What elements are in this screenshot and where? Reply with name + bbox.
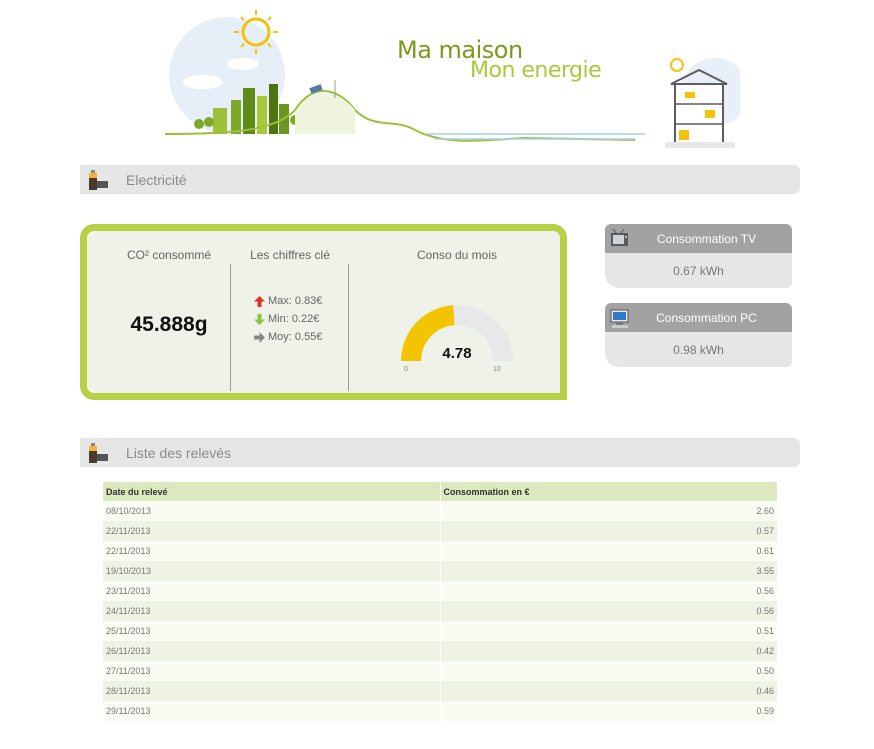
column-divider [230,264,231,391]
table-row: 24/11/2013 0.56 [103,601,777,621]
cell-consumption: 0.56 [439,581,777,601]
cell-consumption: 0.46 [439,681,777,701]
brand-subtitle: Mon energie [470,58,602,83]
widget-tv-title: Consommation TV [656,232,757,246]
cell-date: 23/11/2013 [103,581,440,601]
cell-consumption: 0.51 [439,621,777,641]
battery-icon [89,443,108,463]
table-row: 27/11/2013 0.50 [103,661,777,681]
stats-card: CO² consommé 45.888g Les chiffres clé Ma… [80,224,567,400]
cell-date: 27/11/2013 [103,661,440,681]
cell-consumption: 0.61 [439,541,777,561]
section-electricity: Electricité [80,165,800,194]
widget-tv: Consommation TV 0.67 kWh [605,224,792,288]
co2-title: CO² consommé [126,248,212,262]
table-row: 26/11/2013 0.42 [103,641,777,661]
stat-avg: Moy: 0.55€ [254,331,322,343]
month-consumption-title: Conso du mois [416,248,498,262]
cell-date: 29/11/2013 [103,701,440,721]
table-row: 28/11/2013 0.46 [103,681,777,701]
gauge-min-label: 0 [404,366,408,373]
cell-date: 22/11/2013 [103,541,440,561]
cell-date: 08/10/2013 [103,501,440,521]
column-divider [348,264,349,391]
gauge-max-label: 10 [493,366,501,373]
arrow-right-icon [254,331,265,343]
table-header-row: Date du relevé Consommation en € [103,482,777,501]
cell-consumption: 0.42 [439,641,777,661]
stat-avg-label: Moy: 0.55€ [268,331,323,343]
stat-max: Max: 0.83€ [254,295,322,307]
widget-tv-header: Consommation TV [605,224,792,253]
stat-max-label: Max: 0.83€ [268,295,323,307]
widget-tv-value: 0.67 kWh [605,253,792,288]
cell-date: 19/10/2013 [103,561,440,581]
column-header-date[interactable]: Date du relevé [103,482,440,501]
cell-consumption: 3.55 [439,561,777,581]
table-row: 22/11/2013 0.61 [103,541,777,561]
widget-pc-value: 0.98 kWh [605,332,792,367]
battery-icon [89,170,108,190]
header-illustration [164,0,749,150]
stat-min-label: Min: 0.22€ [268,313,320,325]
table-row: 23/11/2013 0.56 [103,581,777,601]
widget-pc-title: Consommation PC [656,311,757,325]
stat-min: Min: 0.22€ [254,313,319,325]
co2-value: 45.888g [130,313,208,336]
cell-consumption: 2.60 [439,501,777,521]
section-readings: Liste des relevés [80,438,800,467]
cell-date: 24/11/2013 [103,601,440,621]
cell-consumption: 0.50 [439,661,777,681]
table-row: 19/10/2013 3.55 [103,561,777,581]
widget-pc: Consommation PC 0.98 kWh [605,303,792,367]
arrow-up-icon [254,295,265,307]
table-row: 29/11/2013 0.59 [103,701,777,721]
cell-date: 28/11/2013 [103,681,440,701]
gauge-value: 4.78 [442,345,472,362]
widget-pc-header: Consommation PC [605,303,792,332]
section-title: Electricité [126,172,187,188]
landscape-illustration [164,10,749,148]
table-row: 25/11/2013 0.51 [103,621,777,641]
readings-table: Date du relevé Consommation en € 08/10/2… [103,482,777,721]
key-figures-title: Les chiffres clé [250,248,330,262]
cell-date: 22/11/2013 [103,521,440,541]
arrow-down-icon [254,313,265,325]
cell-date: 25/11/2013 [103,621,440,641]
section-title: Liste des relevés [126,445,232,461]
cell-date: 26/11/2013 [103,641,440,661]
column-header-consumption[interactable]: Consommation en € [439,482,777,501]
table-row: 22/11/2013 0.57 [103,521,777,541]
cell-consumption: 0.56 [439,601,777,621]
table-row: 08/10/2013 2.60 [103,501,777,521]
cell-consumption: 0.59 [439,701,777,721]
cell-consumption: 0.57 [439,521,777,541]
